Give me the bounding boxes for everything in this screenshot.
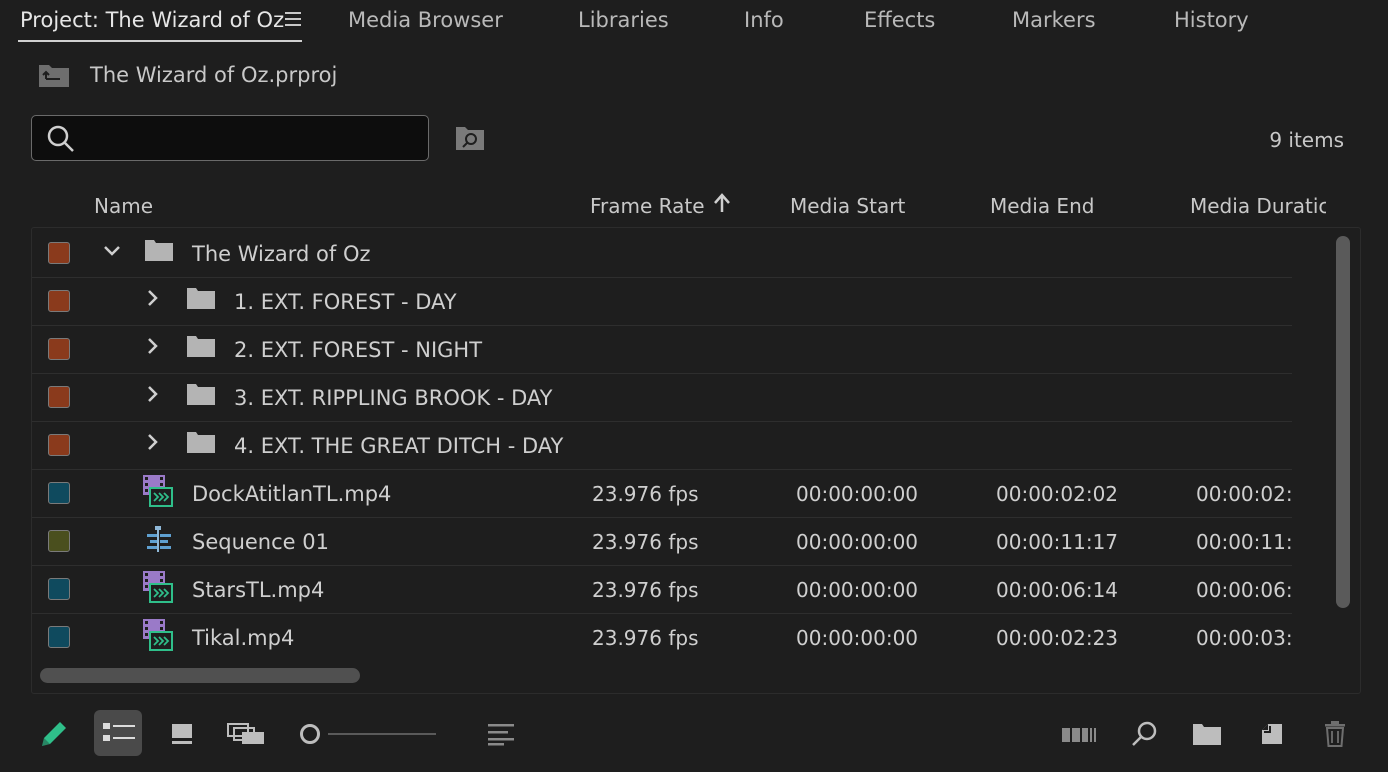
list-view-icon [103, 723, 135, 741]
item-name: 3. EXT. RIPPLING BROOK - DAY [234, 386, 553, 410]
search-field[interactable] [31, 115, 429, 161]
media-end-cell: 00:00:06:14 [996, 578, 1119, 602]
automate-to-sequence-icon[interactable] [1062, 724, 1096, 746]
list-item[interactable]: Tikal.mp4 23.976 fps 00:00:00:00 00:00:0… [32, 614, 1292, 661]
search-input[interactable] [92, 122, 416, 154]
media-start-cell: 00:00:00:00 [796, 578, 919, 602]
frame-rate-cell: 23.976 fps [592, 626, 699, 650]
chevron-right-icon[interactable] [146, 336, 160, 356]
chevron-right-icon[interactable] [146, 384, 160, 404]
tab-markers[interactable]: Markers [1012, 8, 1096, 32]
item-name: Tikal.mp4 [192, 626, 295, 650]
list-item[interactable]: 4. EXT. THE GREAT DITCH - DAY [32, 422, 1292, 470]
media-start-cell: 00:00:00:00 [796, 482, 919, 506]
chevron-right-icon[interactable] [146, 432, 160, 452]
item-name: StarsTL.mp4 [192, 578, 325, 602]
list-item[interactable]: 3. EXT. RIPPLING BROOK - DAY [32, 374, 1292, 422]
zoom-slider-handle[interactable] [300, 724, 320, 744]
label-color-chip[interactable] [48, 242, 70, 264]
label-color-chip[interactable] [48, 386, 70, 408]
chevron-down-icon[interactable] [102, 244, 122, 258]
video-clip-icon [143, 619, 173, 651]
column-header-frame-rate[interactable]: Frame Rate [590, 194, 705, 218]
label-color-chip[interactable] [48, 434, 70, 456]
project-file-name: The Wizard of Oz.prproj [90, 63, 338, 87]
folder-icon [187, 336, 215, 357]
item-name: DockAtitlanTL.mp4 [192, 482, 392, 506]
folder-icon [187, 288, 215, 309]
label-color-chip[interactable] [48, 626, 70, 648]
list-item[interactable]: StarsTL.mp4 23.976 fps 00:00:00:00 00:00… [32, 566, 1292, 614]
column-header-media-duration[interactable]: Media Duratic [1190, 194, 1326, 218]
tab-effects[interactable]: Effects [864, 8, 935, 32]
freeform-view-icon[interactable] [226, 722, 266, 746]
tab-info[interactable]: Info [744, 8, 784, 32]
tab-libraries[interactable]: Libraries [578, 8, 669, 32]
sort-icons-icon[interactable] [488, 722, 516, 746]
frame-rate-cell: 23.976 fps [592, 530, 699, 554]
video-clip-icon [143, 475, 173, 507]
column-header-media-start[interactable]: Media Start [790, 194, 905, 218]
project-item-list: The Wizard of Oz 1. EXT. FOREST - DAY 2.… [31, 227, 1361, 694]
list-item[interactable]: 2. EXT. FOREST - NIGHT [32, 326, 1292, 374]
media-end-cell: 00:00:02:02 [996, 482, 1119, 506]
horizontal-scrollbar[interactable] [40, 668, 360, 683]
icon-view-icon[interactable] [170, 722, 194, 746]
video-clip-icon [143, 571, 173, 603]
zoom-slider-track[interactable] [328, 733, 436, 735]
items-count: 9 items [1269, 128, 1344, 152]
tab-project[interactable]: Project: The Wizard of Oz [20, 8, 284, 32]
item-name: The Wizard of Oz [192, 242, 371, 266]
chevron-right-icon[interactable] [146, 288, 160, 308]
list-item[interactable]: 1. EXT. FOREST - DAY [32, 278, 1292, 326]
media-start-cell: 00:00:00:00 [796, 626, 919, 650]
label-color-chip[interactable] [48, 338, 70, 360]
item-name: 1. EXT. FOREST - DAY [234, 290, 457, 314]
tab-media-browser[interactable]: Media Browser [348, 8, 503, 32]
new-search-bin-icon[interactable] [455, 125, 485, 155]
new-bin-icon[interactable] [1192, 722, 1222, 746]
folder-icon [145, 240, 173, 261]
list-item[interactable]: Sequence 01 23.976 fps 00:00:00:00 00:00… [32, 518, 1292, 566]
bottom-toolbar [0, 706, 1388, 772]
media-duration-cell: 00:00:02:0 [1196, 482, 1292, 506]
label-color-chip[interactable] [48, 482, 70, 504]
project-up-folder-icon[interactable] [38, 62, 70, 92]
media-duration-cell: 00:00:11:1 [1196, 530, 1292, 554]
label-color-chip[interactable] [48, 290, 70, 312]
frame-rate-cell: 23.976 fps [592, 482, 699, 506]
new-item-icon[interactable] [1260, 722, 1284, 746]
active-tab-indicator [18, 40, 302, 42]
item-name: 2. EXT. FOREST - NIGHT [234, 338, 483, 362]
panel-menu-icon[interactable] [285, 12, 301, 26]
media-end-cell: 00:00:02:23 [996, 626, 1119, 650]
item-name: 4. EXT. THE GREAT DITCH - DAY [234, 434, 564, 458]
folder-icon [187, 432, 215, 453]
folder-icon [187, 384, 215, 405]
find-icon[interactable] [1130, 720, 1158, 748]
tab-history[interactable]: History [1174, 8, 1249, 32]
search-icon [47, 125, 74, 152]
item-name: Sequence 01 [192, 530, 329, 554]
label-color-chip[interactable] [48, 530, 70, 552]
column-header-name[interactable]: Name [94, 194, 153, 218]
media-end-cell: 00:00:11:17 [996, 530, 1119, 554]
sequence-icon [147, 526, 171, 552]
column-header-media-end[interactable]: Media End [990, 194, 1094, 218]
trash-icon[interactable] [1323, 720, 1347, 748]
frame-rate-cell: 23.976 fps [592, 578, 699, 602]
panel-tab-bar: Project: The Wizard of Oz Media Browser … [0, 0, 1388, 44]
media-duration-cell: 00:00:03:0 [1196, 626, 1292, 650]
label-color-chip[interactable] [48, 578, 70, 600]
pencil-icon[interactable] [38, 718, 70, 750]
media-duration-cell: 00:00:06:1 [1196, 578, 1292, 602]
list-item[interactable]: DockAtitlanTL.mp4 23.976 fps 00:00:00:00… [32, 470, 1292, 518]
sort-ascending-icon[interactable] [712, 192, 732, 216]
list-view-button[interactable] [94, 710, 142, 756]
media-start-cell: 00:00:00:00 [796, 530, 919, 554]
list-item[interactable]: The Wizard of Oz [32, 230, 1292, 278]
vertical-scrollbar[interactable] [1336, 236, 1350, 608]
